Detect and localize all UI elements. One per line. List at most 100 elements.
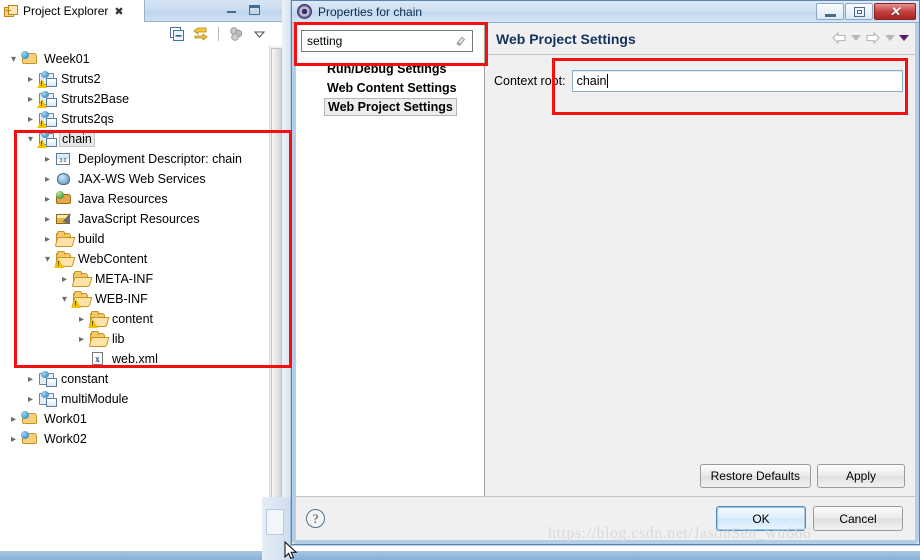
- settings-nav-item[interactable]: Web Project Settings: [296, 97, 484, 116]
- expand-twisty-icon[interactable]: [23, 374, 38, 385]
- tab-project-explorer[interactable]: Project Explorer ✖: [0, 0, 145, 22]
- tree-item[interactable]: JAX-WS Web Services: [0, 169, 272, 189]
- tree-item[interactable]: multiModule: [0, 389, 272, 409]
- tree-item[interactable]: Struts2: [0, 69, 272, 89]
- expand-twisty-icon[interactable]: [6, 434, 21, 445]
- tree-item-label: lib: [112, 332, 125, 346]
- forward-arrow-icon[interactable]: [865, 31, 881, 45]
- context-root-row: Context root: chain: [494, 69, 903, 93]
- screen: Project Explorer ✖ Week01 Struts2 Struts2B…: [0, 0, 920, 560]
- settings-nav-item[interactable]: Run/Debug Settings: [296, 59, 484, 78]
- expand-twisty-icon[interactable]: [40, 214, 55, 225]
- folder-icon: [54, 251, 73, 268]
- view-menu-icon[interactable]: [251, 26, 268, 43]
- settings-page-pane: Web Project Settings Context root: chain…: [486, 23, 915, 496]
- tree-item-label: Deployment Descriptor: chain: [78, 152, 242, 166]
- web-project-icon: [37, 111, 57, 128]
- expand-twisty-icon[interactable]: [57, 274, 72, 285]
- expand-twisty-icon[interactable]: [23, 94, 38, 105]
- dialog-title: Properties for chain: [318, 4, 423, 19]
- project-explorer-toolbar: [0, 22, 290, 46]
- tree-item[interactable]: WEB-INF: [0, 289, 272, 309]
- expand-twisty-icon[interactable]: [23, 394, 38, 405]
- tree-item[interactable]: META-INF: [0, 269, 272, 289]
- project-explorer-view: Project Explorer ✖ Week01 Struts2 Struts2B…: [0, 0, 290, 560]
- minimize-icon[interactable]: [816, 3, 844, 20]
- web-project-icon: [37, 71, 57, 88]
- editor-area-edge: [282, 0, 290, 560]
- close-icon[interactable]: ✕: [874, 3, 916, 20]
- settings-nav-item-label: Web Project Settings: [324, 97, 457, 116]
- collapse-twisty-icon[interactable]: [23, 134, 38, 145]
- tree-item[interactable]: content: [0, 309, 272, 329]
- close-icon[interactable]: ✖: [114, 5, 123, 18]
- help-icon[interactable]: ?: [306, 509, 325, 528]
- expand-twisty-icon[interactable]: [74, 334, 89, 345]
- forward-history-dropdown-icon[interactable]: [885, 35, 895, 41]
- minimize-view-icon[interactable]: [225, 4, 238, 17]
- tree-item[interactable]: web.xml: [0, 349, 272, 369]
- tree-item[interactable]: Work02: [0, 429, 272, 449]
- expand-twisty-icon[interactable]: [23, 74, 38, 85]
- project-tree[interactable]: Week01 Struts2 Struts2Base Struts2qs chain De…: [0, 46, 272, 560]
- tree-item-label: WEB-INF: [95, 292, 148, 306]
- settings-nav-item[interactable]: Web Content Settings: [296, 78, 484, 97]
- tree-item[interactable]: Struts2qs: [0, 109, 272, 129]
- tree-item[interactable]: lib: [0, 329, 272, 349]
- tree-item[interactable]: JavaScript Resources: [0, 209, 272, 229]
- focus-on-active-task-icon[interactable]: [228, 26, 245, 43]
- cancel-button[interactable]: Cancel: [813, 506, 903, 531]
- apply-button[interactable]: Apply: [817, 464, 905, 488]
- tree-item[interactable]: build: [0, 229, 272, 249]
- expand-twisty-icon[interactable]: [6, 414, 21, 425]
- context-root-label: Context root:: [494, 74, 566, 88]
- settings-nav-list[interactable]: Run/Debug Settings Web Content Settings We…: [296, 59, 484, 116]
- collapse-twisty-icon[interactable]: [6, 54, 21, 65]
- properties-dialog: Properties for chain ✕ setting Run/Debug…: [291, 0, 920, 545]
- tree-item[interactable]: chain: [0, 129, 272, 149]
- back-arrow-icon[interactable]: [831, 31, 847, 45]
- expand-twisty-icon[interactable]: [40, 154, 55, 165]
- tree-item[interactable]: constant: [0, 369, 272, 389]
- tree-item-label: build: [78, 232, 105, 246]
- collapse-all-icon[interactable]: [169, 26, 186, 43]
- tree-item[interactable]: Week01: [0, 49, 272, 69]
- bottom-view-tab[interactable]: [266, 509, 284, 535]
- maximize-view-icon[interactable]: [248, 4, 261, 17]
- dialog-titlebar[interactable]: Properties for chain ✕: [292, 1, 919, 23]
- tree-item[interactable]: Work01: [0, 409, 272, 429]
- page-menu-dropdown-icon[interactable]: [899, 35, 909, 41]
- expand-twisty-icon[interactable]: [40, 194, 55, 205]
- collapse-twisty-icon[interactable]: [40, 254, 55, 265]
- tree-item[interactable]: Java Resources: [0, 189, 272, 209]
- project-explorer-tab-label: Project Explorer: [23, 4, 109, 18]
- filter-input[interactable]: setting: [301, 30, 473, 52]
- tree-item[interactable]: Deployment Descriptor: chain: [0, 149, 272, 169]
- workspace-folder-icon: [21, 431, 39, 447]
- tree-item-label: JavaScript Resources: [78, 212, 200, 226]
- tree-item-label: META-INF: [95, 272, 154, 286]
- back-history-dropdown-icon[interactable]: [851, 35, 861, 41]
- expand-twisty-icon[interactable]: [74, 314, 89, 325]
- window-bottom-border: [0, 551, 920, 560]
- watermark-text: https://blog.csdn.net/JasonSen_wu666: [548, 525, 812, 542]
- restore-defaults-button[interactable]: Restore Defaults: [699, 464, 811, 488]
- tree-item[interactable]: WebContent: [0, 249, 272, 269]
- toolbar-separator: [218, 27, 219, 41]
- web-project-icon: [37, 91, 57, 108]
- properties-gear-icon: [297, 4, 312, 19]
- project-tree-scrollbar[interactable]: [269, 46, 282, 560]
- link-with-editor-icon[interactable]: [192, 26, 209, 43]
- folder-icon: [55, 231, 73, 247]
- eraser-icon[interactable]: [454, 34, 467, 47]
- tree-item[interactable]: Struts2Base: [0, 89, 272, 109]
- scrollbar-thumb[interactable]: [271, 48, 282, 518]
- folder-icon: [71, 291, 90, 308]
- expand-twisty-icon[interactable]: [40, 174, 55, 185]
- context-root-input[interactable]: chain: [571, 70, 903, 92]
- maximize-icon[interactable]: [845, 3, 873, 20]
- tree-item-label: Work01: [44, 412, 87, 426]
- collapse-twisty-icon[interactable]: [57, 294, 72, 305]
- expand-twisty-icon[interactable]: [40, 234, 55, 245]
- expand-twisty-icon[interactable]: [23, 114, 38, 125]
